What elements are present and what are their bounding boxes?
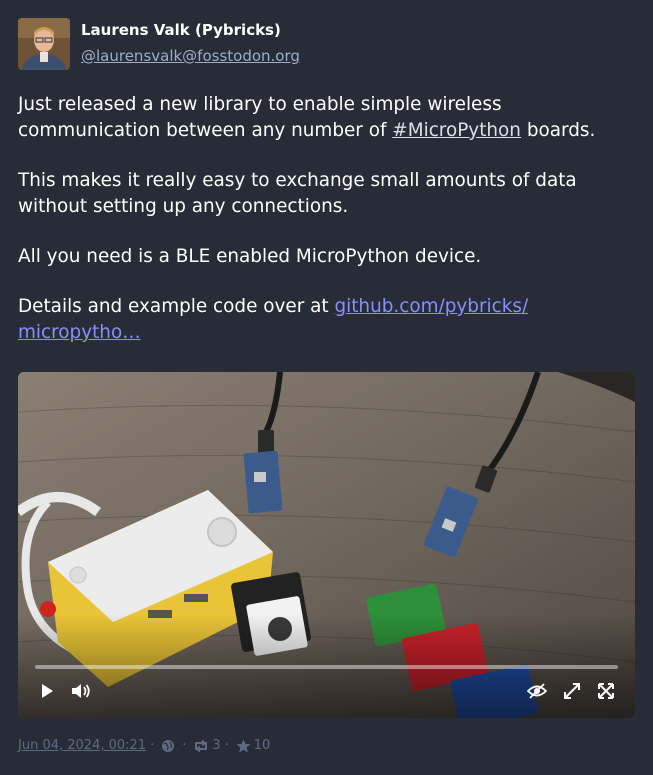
fullscreen-icon[interactable]	[595, 680, 617, 702]
boost-icon[interactable]	[193, 739, 209, 753]
hide-media-icon[interactable]	[526, 680, 548, 702]
paragraph-1-tail: boards.	[520, 120, 596, 141]
status-meta: Jun 04, 2024, 00:21 · · 3 · 10	[18, 738, 270, 753]
paragraph-4-text: Details and example code over at	[18, 296, 335, 317]
hashtag-label: MicroPython	[407, 120, 521, 141]
separator: ·	[224, 738, 229, 753]
expand-icon[interactable]	[561, 680, 583, 702]
hashtag-hash: #	[392, 120, 408, 141]
separator: ·	[150, 738, 155, 753]
separator: ·	[182, 738, 187, 753]
favourite-count: 10	[253, 738, 271, 753]
author-handle[interactable]: @laurensvalk@fosstodon.org	[81, 47, 300, 65]
status-content: Just released a new library to enable si…	[18, 92, 633, 370]
globe-icon	[161, 739, 175, 753]
author-name[interactable]: Laurens Valk (Pybricks)	[81, 21, 281, 39]
play-icon[interactable]	[36, 680, 58, 702]
avatar[interactable]	[18, 18, 70, 70]
paragraph-2: This makes it really easy to exchange sm…	[18, 170, 577, 217]
seek-bar[interactable]	[35, 665, 618, 669]
video-player[interactable]	[18, 372, 635, 718]
paragraph-1: Just released a new library to enable si…	[18, 92, 633, 144]
volume-icon[interactable]	[70, 680, 92, 702]
hashtag-link[interactable]: #MicroPython	[392, 120, 521, 141]
status-card: Laurens Valk (Pybricks) @laurensvalk@fos…	[0, 0, 653, 775]
timestamp-link[interactable]: Jun 04, 2024, 00:21	[18, 738, 146, 753]
boost-count: 3	[212, 738, 221, 753]
paragraph-3: All you need is a BLE enabled MicroPytho…	[18, 246, 482, 267]
star-icon[interactable]	[236, 739, 251, 753]
paragraph-4: Details and example code over at github.…	[18, 294, 633, 346]
